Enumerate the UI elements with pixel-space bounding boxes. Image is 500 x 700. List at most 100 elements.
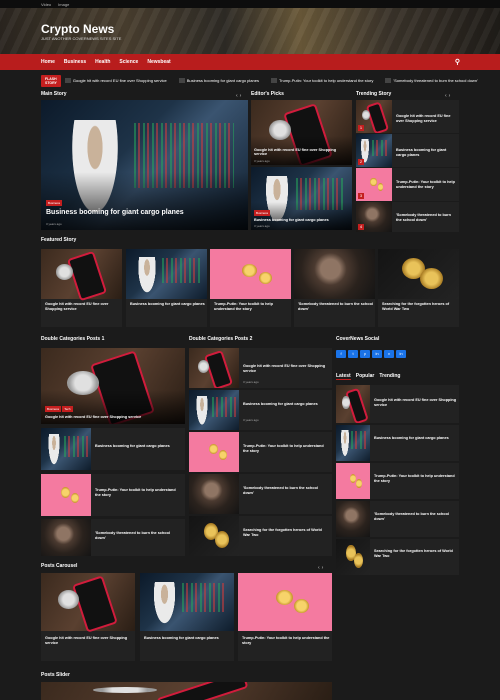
ticker-item[interactable]: 'Somebody threatened to burn the school … (385, 78, 478, 83)
post-title[interactable]: Google hit with record EU fine over Shop… (396, 114, 456, 123)
double-cat-2-item[interactable]: Google hit with record EU fine over Shop… (189, 348, 332, 388)
nav-item-science[interactable]: Science (119, 59, 138, 65)
post-image (41, 428, 91, 470)
double-cat-2-item[interactable]: 'Somebody threatened to burn the school … (189, 474, 332, 514)
carousel-card[interactable]: Google hit with record EU fine over Shop… (41, 573, 135, 661)
post-image (41, 249, 122, 299)
double-cat-2-item[interactable]: Business booming for giant cargo planes … (189, 390, 332, 430)
post-title[interactable]: 'Somebody threatened to burn the school … (396, 213, 456, 222)
post-title[interactable]: Trump-Putin: Your toolkit to help unders… (374, 474, 457, 483)
editors-pick-card[interactable]: Google hit with record EU fine over Shop… (251, 100, 352, 165)
ticker-item[interactable]: Google hit with record EU fine over Shop… (64, 78, 167, 83)
latest-item[interactable]: Google hit with record EU fine over Shop… (336, 385, 459, 423)
post-title[interactable]: Google hit with record EU fine over Shop… (45, 302, 120, 311)
main-story-card[interactable]: Business Business booming for giant carg… (41, 100, 248, 230)
post-title[interactable]: 'Somebody threatened to burn the school … (243, 486, 328, 495)
category-badge[interactable]: Tech (62, 406, 73, 412)
trending-number: 2 (358, 159, 364, 165)
main-story-arrows[interactable]: ‹› (236, 93, 243, 99)
featured-card[interactable]: Business booming for giant cargo planes (126, 249, 207, 327)
post-title[interactable]: Google hit with record EU fine over Shop… (45, 636, 133, 645)
trending-arrows[interactable]: ‹› (445, 93, 452, 99)
featured-card[interactable]: Searching for the forgotten heroes of Wo… (378, 249, 459, 327)
post-title[interactable]: Business booming for giant cargo planes (254, 218, 349, 223)
featured-card[interactable]: 'Somebody threatened to burn the school … (294, 249, 375, 327)
post-title[interactable]: Business booming for giant cargo planes (396, 148, 456, 157)
tab-trending[interactable]: Trending (379, 373, 400, 380)
pinterest-icon[interactable]: p (360, 350, 370, 358)
double-cat-1-item[interactable]: Business booming for giant cargo planes (41, 428, 185, 470)
nav-item-home[interactable]: Home (41, 59, 55, 65)
post-title[interactable]: Trump-Putin: Your toolkit to help unders… (95, 488, 181, 497)
linkedin-icon[interactable]: in (396, 350, 406, 358)
ticker-text: 'Somebody threatened to burn the school … (393, 78, 478, 83)
ticker-item[interactable]: Trump-Putin: Your toolkit to help unders… (270, 78, 373, 83)
latest-item[interactable]: 'Somebody threatened to burn the school … (336, 501, 459, 537)
nav-item-newsbeat[interactable]: Newsbeat (147, 59, 170, 65)
site-title[interactable]: Crypto News (41, 22, 114, 36)
latest-item[interactable]: Searching for the forgotten heroes of Wo… (336, 539, 459, 575)
nav-item-business[interactable]: Business (64, 59, 86, 65)
search-icon[interactable]: ⚲ (455, 58, 460, 66)
ticker-item[interactable]: Business booming for giant cargo planes (178, 78, 259, 83)
post-title[interactable]: Google hit with record EU fine over Shop… (374, 398, 457, 407)
main-story-title[interactable]: Business booming for giant cargo planes (46, 209, 246, 218)
double-cat-1-main-card[interactable]: Business Tech Google hit with record EU f… (41, 348, 185, 424)
latest-item[interactable]: Trump-Putin: Your toolkit to help unders… (336, 463, 459, 499)
category-badge[interactable]: Business (45, 406, 62, 412)
post-title[interactable]: 'Somebody threatened to burn the school … (95, 531, 181, 540)
trending-item[interactable]: 1 Google hit with record EU fine over Sh… (356, 100, 459, 133)
trending-item[interactable]: 4 'Somebody threatened to burn the schoo… (356, 202, 459, 232)
carousel-arrows[interactable]: ‹› (318, 565, 325, 571)
latest-item[interactable]: Business booming for giant cargo planes (336, 425, 459, 461)
posts-slider[interactable] (41, 682, 332, 700)
twitter-icon[interactable]: t (348, 350, 358, 358)
post-title[interactable]: 'Somebody threatened to burn the school … (374, 512, 457, 521)
featured-card[interactable]: Trump-Putin: Your toolkit to help unders… (210, 249, 291, 327)
nav-item-health[interactable]: Health (95, 59, 110, 65)
carousel-card[interactable]: Trump-Putin: Your toolkit to help unders… (238, 573, 332, 661)
post-image (189, 516, 239, 556)
post-title[interactable]: Searching for the forgotten heroes of Wo… (243, 528, 328, 537)
post-title[interactable]: Business booming for giant cargo planes (144, 636, 232, 641)
top-bar: Video Image (0, 0, 500, 8)
carousel-card[interactable]: Business booming for giant cargo planes (140, 573, 234, 661)
post-title[interactable]: Business booming for giant cargo planes (374, 436, 457, 441)
section-featured-story: Featured Story (41, 237, 77, 243)
post-title[interactable]: Google hit with record EU fine over Shop… (45, 415, 183, 420)
post-title[interactable]: Trump-Putin: Your toolkit to help unders… (243, 444, 328, 453)
double-cat-1-item[interactable]: Trump-Putin: Your toolkit to help unders… (41, 474, 185, 516)
tab-popular[interactable]: Popular (356, 373, 375, 380)
post-title[interactable]: 'Somebody threatened to burn the school … (298, 302, 373, 311)
vimeo-icon[interactable]: v (384, 350, 394, 358)
post-title[interactable]: Google hit with record EU fine over Shop… (254, 148, 349, 157)
post-title[interactable]: Business booming for giant cargo planes (243, 402, 328, 407)
trending-number: 3 (358, 193, 364, 199)
post-title[interactable]: Business booming for giant cargo planes (130, 302, 205, 307)
post-image (238, 573, 332, 631)
tab-latest[interactable]: Latest (336, 373, 351, 380)
linkedin-icon[interactable]: in (372, 350, 382, 358)
category-badge[interactable]: Business (46, 200, 63, 206)
featured-card[interactable]: Google hit with record EU fine over Shop… (41, 249, 122, 327)
post-image (336, 385, 370, 423)
post-title[interactable]: Trump-Putin: Your toolkit to help unders… (242, 636, 330, 645)
double-cat-2-item[interactable]: Searching for the forgotten heroes of Wo… (189, 516, 332, 556)
category-badge[interactable]: Business (254, 210, 271, 216)
double-cat-2-item[interactable]: Trump-Putin: Your toolkit to help unders… (189, 432, 332, 472)
post-title[interactable]: Business booming for giant cargo planes (95, 444, 181, 449)
trending-item[interactable]: 3 Trump-Putin: Your toolkit to help unde… (356, 168, 459, 201)
post-meta: 3 years ago (254, 224, 270, 228)
post-title[interactable]: Searching for the forgotten heroes of Wo… (374, 549, 457, 558)
editors-pick-card[interactable]: Business Business booming for giant carg… (251, 167, 352, 230)
facebook-icon[interactable]: f (336, 350, 346, 358)
site-header: Crypto News JUST ANOTHER COVERNEWS SITES… (0, 8, 500, 54)
post-title[interactable]: Trump-Putin: Your toolkit to help unders… (214, 302, 289, 311)
post-title[interactable]: Trump-Putin: Your toolkit to help unders… (396, 180, 456, 189)
trending-item[interactable]: 2 Business booming for giant cargo plane… (356, 134, 459, 167)
post-image (189, 474, 239, 514)
post-title[interactable]: Searching for the forgotten heroes of Wo… (382, 302, 457, 311)
post-title[interactable]: Google hit with record EU fine over Shop… (243, 364, 328, 373)
social-icons: f t p in v in (336, 350, 406, 358)
double-cat-1-item[interactable]: 'Somebody threatened to burn the school … (41, 519, 185, 556)
